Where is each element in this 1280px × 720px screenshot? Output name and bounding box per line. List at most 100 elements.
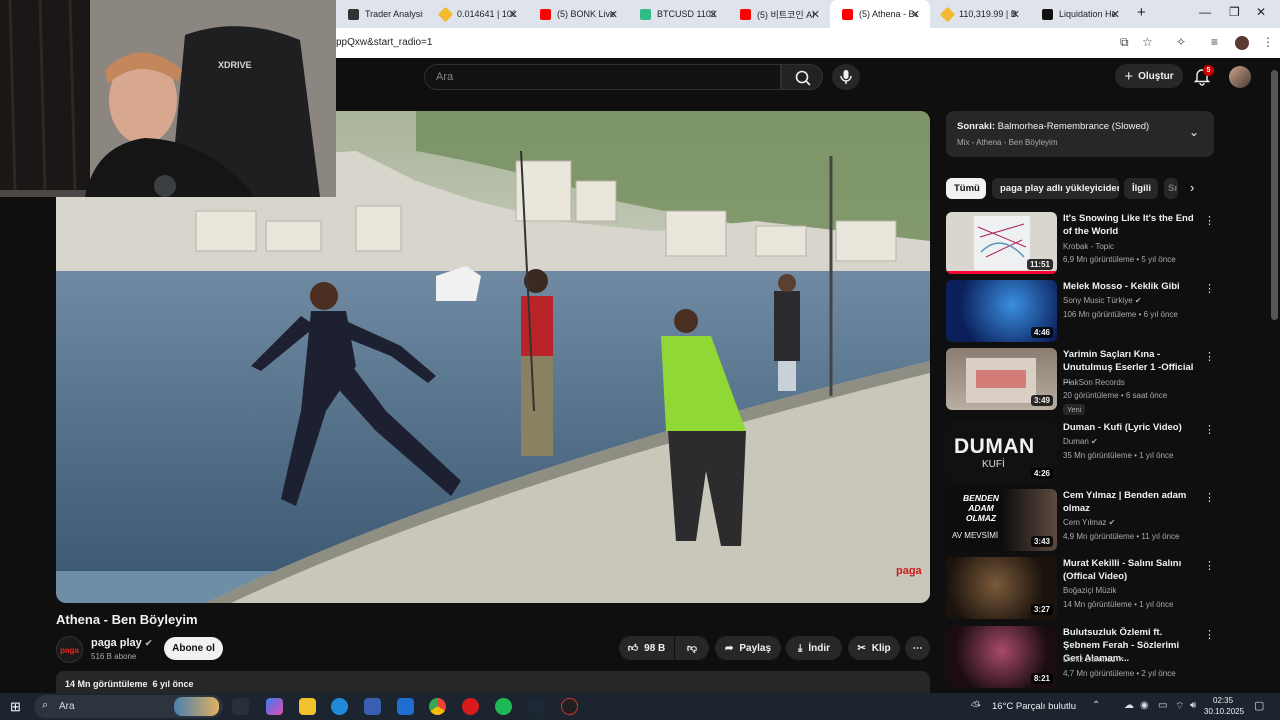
list-item[interactable]: 11:51 It's Snowing Like It's the End of …	[946, 212, 1215, 276]
browser-tab[interactable]: Trader Analysis	[336, 0, 428, 28]
item-title[interactable]: Duman - Kufi (Lyric Video)	[1063, 421, 1197, 434]
steam-icon[interactable]	[528, 698, 545, 715]
channel-name[interactable]: paga play ✔	[91, 637, 152, 649]
task-view-icon[interactable]	[232, 698, 249, 715]
item-channel[interactable]: Duman ✔	[1063, 437, 1098, 446]
close-tab-icon[interactable]: ✕	[1111, 8, 1120, 21]
close-tab-icon[interactable]: ✕	[1011, 8, 1020, 21]
download-button[interactable]: ⤓ İndir	[786, 636, 842, 660]
search-input[interactable]: Ara	[424, 64, 781, 90]
chip-from-uploader[interactable]: paga play adlı yükleyiciden	[992, 178, 1119, 199]
opera-icon[interactable]	[462, 698, 479, 715]
app-icon[interactable]	[561, 698, 578, 715]
cloud-icon[interactable]: ☁	[1124, 700, 1134, 711]
create-button[interactable]: + Oluştur	[1115, 64, 1183, 88]
video-thumbnail[interactable]: 8:21	[946, 626, 1057, 688]
extensions-icon[interactable]: ✧	[1176, 35, 1186, 49]
copilot-icon[interactable]	[266, 698, 283, 715]
chip-related[interactable]: İlgili	[1124, 178, 1158, 199]
more-vertical-icon[interactable]: ⋮	[1204, 350, 1215, 363]
list-item[interactable]: 3:49 Yarimin Saçları Kına - Unutulmuş Es…	[946, 348, 1215, 418]
network-icon[interactable]: ▭	[1158, 700, 1167, 711]
close-tab-icon[interactable]: ✕	[911, 8, 920, 21]
edge-icon[interactable]	[331, 698, 348, 715]
store-icon[interactable]	[364, 698, 381, 715]
video-thumbnail[interactable]: 11:51	[946, 212, 1057, 274]
chrome-menu-icon[interactable]: ⋮	[1262, 35, 1274, 49]
item-title[interactable]: Cem Yılmaz | Benden adam olmaz	[1063, 489, 1197, 515]
bookmark-star-icon[interactable]: ☆	[1142, 35, 1153, 49]
page-scrollbar[interactable]	[1271, 70, 1278, 320]
close-tab-icon[interactable]: ✕	[509, 8, 518, 21]
browser-tab[interactable]: Liquidation He ✕	[1030, 0, 1130, 28]
clock-date[interactable]: 30.10.2025	[1204, 707, 1244, 716]
video-thumbnail[interactable]: 3:27	[946, 557, 1057, 619]
clock-time[interactable]: 02:35	[1213, 696, 1233, 705]
clip-button[interactable]: ✂ Klip	[848, 636, 900, 660]
notification-center-icon[interactable]: ▢	[1254, 699, 1264, 712]
search-button[interactable]	[781, 64, 823, 90]
cast-icon[interactable]: ⧉	[1120, 35, 1129, 50]
share-button[interactable]: ➦ Paylaş	[715, 636, 781, 660]
wifi-icon[interactable]: ⌔	[1175, 700, 1184, 713]
chevron-right-icon[interactable]: ›	[1190, 180, 1194, 195]
close-window-icon[interactable]: ✕	[1256, 5, 1266, 19]
tray-chevron-icon[interactable]: ⌃	[1092, 700, 1100, 711]
volume-icon[interactable]: 🔊︎	[1190, 700, 1196, 711]
profile-avatar-icon[interactable]	[1235, 36, 1249, 50]
user-avatar[interactable]	[1229, 66, 1251, 88]
description-box[interactable]: 14 Mn görüntüleme 6 yıl önce	[56, 671, 930, 693]
more-actions-button[interactable]: ⋯	[905, 636, 930, 660]
more-vertical-icon[interactable]: ⋮	[1204, 628, 1215, 641]
restore-icon[interactable]: ❐	[1229, 5, 1240, 19]
tray-app-icon[interactable]: ◉	[1140, 700, 1149, 711]
video-thumbnail[interactable]: BENDEN ADAM OLMAZ AV MEVSİMİ 3:43	[946, 489, 1057, 551]
item-title[interactable]: Melek Mosso - Keklik Gibi	[1063, 280, 1197, 293]
item-channel[interactable]: Krobak - Topic	[1063, 242, 1114, 251]
channel-avatar[interactable]: paga	[56, 636, 83, 663]
item-channel[interactable]: Deniz Demiröz ✔	[1063, 655, 1124, 664]
chip-truncated[interactable]: Sı	[1164, 178, 1178, 199]
browser-tab[interactable]: BTCUSD 11030 ✕	[628, 0, 728, 28]
voice-search-button[interactable]	[832, 64, 860, 90]
chrome-icon[interactable]	[429, 698, 446, 715]
item-channel[interactable]: Boğaziçi Müzik	[1063, 586, 1116, 595]
more-vertical-icon[interactable]: ⋮	[1204, 559, 1215, 572]
more-vertical-icon[interactable]: ⋮	[1204, 282, 1215, 295]
browser-tab-active[interactable]: (5) Athena - Be ✕	[830, 0, 930, 28]
new-tab-icon[interactable]: +	[1137, 4, 1146, 21]
list-item[interactable]: 3:27 Murat Kekilli - Salını Salını (Offi…	[946, 557, 1215, 621]
chevron-down-icon[interactable]: ⌄	[1189, 125, 1199, 139]
browser-tab[interactable]: 110,319.99 | BT ✕	[930, 0, 1030, 28]
item-title[interactable]: It's Snowing Like It's the End of the Wo…	[1063, 212, 1197, 238]
video-thumbnail[interactable]: 3:49	[946, 348, 1057, 410]
like-button[interactable]: 👍︎ 98 B	[619, 636, 674, 660]
taskbar-search-input[interactable]: ⌕ Ara	[34, 695, 223, 718]
item-channel[interactable]: Sony Music Türkiye ✔	[1063, 296, 1142, 305]
file-explorer-icon[interactable]	[299, 698, 316, 715]
mail-icon[interactable]	[397, 698, 414, 715]
video-thumbnail[interactable]: DUMAN KUFİ 4:26	[946, 421, 1057, 483]
video-thumbnail[interactable]: 4:46	[946, 280, 1057, 342]
url-text[interactable]: ppQxw&start_radio=1	[336, 37, 432, 48]
dislike-button[interactable]: 👎︎	[675, 636, 709, 660]
close-tab-icon[interactable]: ✕	[811, 8, 820, 21]
close-tab-icon[interactable]: ✕	[609, 8, 618, 21]
list-item[interactable]: DUMAN KUFİ 4:26 Duman - Kufi (Lyric Vide…	[946, 421, 1215, 485]
list-item[interactable]: 4:46 Melek Mosso - Keklik Gibi Sony Musi…	[946, 280, 1215, 344]
spotify-icon[interactable]	[495, 698, 512, 715]
up-next-panel[interactable]: Sonraki: Balmorhea-Remembrance (Slowed) …	[946, 111, 1214, 157]
minimize-icon[interactable]: —	[1199, 5, 1211, 19]
reading-list-icon[interactable]: ≡	[1211, 35, 1218, 49]
list-item[interactable]: 8:21 Bulutsuzluk Özlemi ft. Şebnem Ferah…	[946, 626, 1215, 688]
browser-tab[interactable]: (5) BONK Live ✕	[528, 0, 628, 28]
item-title[interactable]: Murat Kekilli - Salını Salını (Offical V…	[1063, 557, 1197, 583]
close-tab-icon[interactable]: ✕	[709, 8, 718, 21]
browser-tab[interactable]: 0.014641 | 100 ✕	[428, 0, 528, 28]
weather-text[interactable]: 16°C Parçalı bulutlu	[992, 701, 1076, 712]
list-item[interactable]: BENDEN ADAM OLMAZ AV MEVSİMİ 3:43 Cem Yı…	[946, 489, 1215, 553]
item-channel[interactable]: PlakSon Records	[1063, 378, 1125, 387]
subscribe-button[interactable]: Abone ol	[164, 637, 223, 660]
chip-all[interactable]: Tümü	[946, 178, 986, 199]
windows-start-icon[interactable]: ⊞	[10, 699, 21, 715]
